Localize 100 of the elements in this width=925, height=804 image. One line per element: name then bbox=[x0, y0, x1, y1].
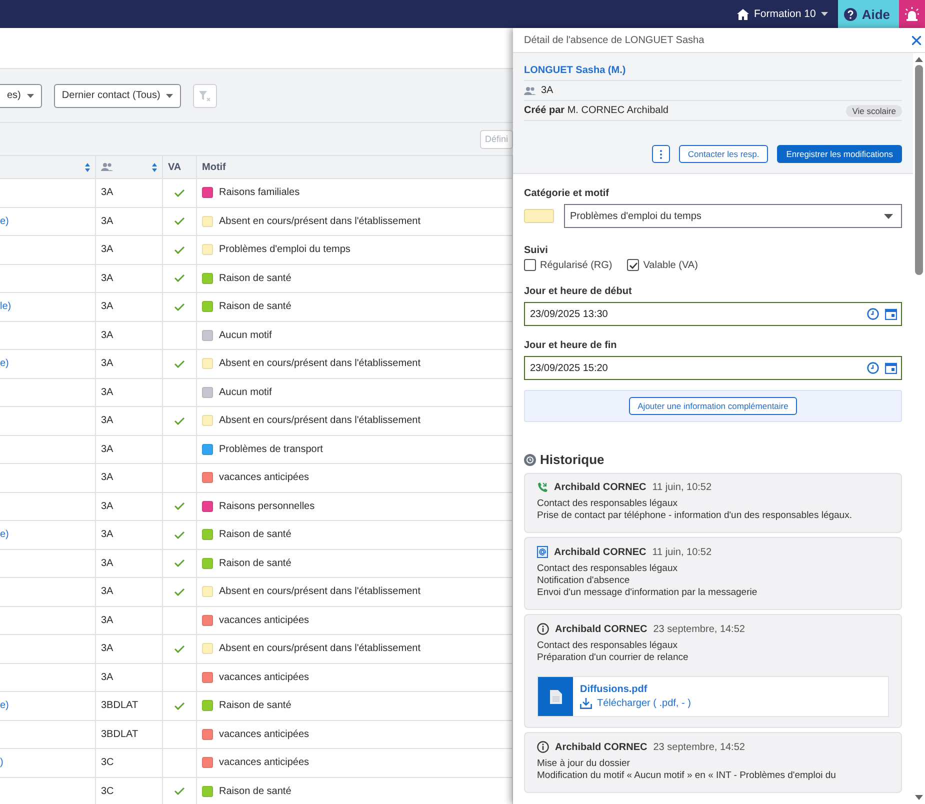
entry-text: Préparation d'un courrier de relance bbox=[537, 652, 690, 664]
field-label: Jour et heure de fin bbox=[524, 340, 618, 351]
table-cell: 3A bbox=[101, 586, 114, 598]
contact-button[interactable]: Contacter les resp. bbox=[678, 145, 768, 163]
author-name: Archibald CORNEC bbox=[554, 546, 646, 558]
check-icon bbox=[174, 787, 185, 796]
table-cell: 3A bbox=[101, 472, 114, 484]
filter-clear-icon bbox=[199, 90, 212, 102]
alarm-light-icon bbox=[905, 7, 919, 21]
checkmark-icon bbox=[628, 262, 638, 268]
student-link[interactable]: e) bbox=[0, 216, 9, 227]
field-label: Suivi bbox=[524, 245, 549, 256]
table-cell: 3A bbox=[101, 187, 114, 198]
more-button[interactable] bbox=[652, 145, 670, 163]
table-cell: Absent en cours/présent dans l'établissement bbox=[219, 216, 420, 227]
table-cell: Absent en cours/présent dans l'établissement bbox=[219, 358, 420, 370]
table-cell: Raison de santé bbox=[219, 301, 292, 312]
checkbox-option[interactable]: Valable (VA) bbox=[627, 259, 698, 271]
check-icon bbox=[174, 530, 185, 539]
filter-dropdown[interactable]: Dernier contact (Tous) bbox=[54, 84, 182, 108]
table-cell: vacances anticipées bbox=[219, 614, 310, 626]
history-icon bbox=[524, 454, 536, 466]
scrollbar[interactable] bbox=[913, 53, 925, 804]
group-icon bbox=[101, 163, 113, 171]
download-link[interactable]: Télécharger ( .pdf, - ) bbox=[580, 698, 691, 709]
attachment-card[interactable]: Diffusions.pdf Télécharger ( .pdf, - ) bbox=[537, 676, 889, 717]
student-link[interactable]: e) bbox=[0, 358, 9, 370]
at-sign-icon bbox=[537, 546, 548, 558]
student-link[interactable]: ) bbox=[0, 757, 4, 768]
table-cell: 3C bbox=[101, 757, 114, 768]
panel-title: Détail de l'absence de LONGUET Sasha bbox=[524, 34, 704, 46]
student-name[interactable]: LONGUET Sasha (M.) bbox=[524, 65, 626, 76]
table-cell: 3A bbox=[101, 444, 114, 455]
check-icon bbox=[174, 246, 185, 254]
download-icon bbox=[580, 698, 592, 709]
entry-date: 23 septembre, 14:52 bbox=[653, 742, 745, 752]
table-cell: Absent en cours/présent dans l'établissement bbox=[219, 586, 420, 598]
student-link[interactable]: e) bbox=[0, 529, 9, 540]
table-cell: 3A bbox=[101, 330, 114, 341]
help-button[interactable]: Aide bbox=[838, 0, 899, 28]
check-icon bbox=[174, 360, 185, 368]
checkbox-option[interactable]: Régularisé (RG) bbox=[524, 259, 612, 271]
student-link[interactable]: le) bbox=[0, 301, 12, 312]
reason-dropdown[interactable]: Problèmes d'emploi du temps bbox=[564, 204, 902, 228]
date-time-field[interactable]: 23/09/2025 13:30 bbox=[524, 302, 902, 326]
scrollbar-thumb[interactable] bbox=[915, 65, 923, 275]
table-cell: Absent en cours/présent dans l'établissement bbox=[219, 643, 420, 654]
entry-date: 11 juin, 10:52 bbox=[652, 546, 712, 558]
add-info-button[interactable]: Ajouter une information complémentaire bbox=[628, 397, 798, 415]
table-cell: 3A bbox=[101, 272, 114, 284]
clock-icon[interactable] bbox=[867, 362, 879, 374]
table-cell: 3A bbox=[101, 216, 114, 227]
check-icon bbox=[174, 217, 185, 226]
table-cell: Aucun motif bbox=[219, 330, 272, 341]
calendar-icon[interactable] bbox=[885, 362, 897, 374]
close-icon[interactable] bbox=[912, 36, 921, 44]
entry-text: Modification du motif « Aucun motif » en « INT - Problèmes d'emploi du bbox=[537, 770, 837, 782]
clock-icon[interactable] bbox=[867, 308, 879, 320]
date-time-field[interactable]: 23/09/2025 15:20 bbox=[524, 356, 902, 380]
check-icon bbox=[174, 274, 185, 282]
caret-icon bbox=[820, 12, 828, 16]
student-link[interactable]: e) bbox=[0, 700, 9, 712]
group-icon bbox=[524, 86, 536, 94]
table-cell: 3A bbox=[101, 614, 114, 626]
author-name: Archibald CORNEC bbox=[554, 482, 646, 493]
check-icon bbox=[174, 302, 185, 311]
group-label: 3A bbox=[541, 85, 554, 96]
alert-button[interactable] bbox=[899, 0, 925, 28]
field-label: Catégorie et motif bbox=[524, 188, 610, 199]
section-title: Historique bbox=[540, 452, 604, 467]
author-name: Archibald CORNEC bbox=[555, 742, 648, 752]
sort-icon bbox=[152, 162, 157, 172]
filter-dropdown[interactable]: es) bbox=[0, 84, 42, 108]
entry-date: 11 juin, 10:52 bbox=[652, 482, 712, 493]
created-by: Créé par M. CORNEC Archibald bbox=[524, 105, 668, 116]
table-cell: Raison de santé bbox=[219, 786, 292, 797]
entry-text: Prise de contact par téléphone - information d'un des responsables légaux. bbox=[537, 510, 853, 522]
scroll-up-icon[interactable] bbox=[915, 57, 923, 62]
color-swatch[interactable] bbox=[524, 209, 554, 223]
table-cell: 3A bbox=[101, 672, 114, 683]
table-cell: 3A bbox=[101, 500, 114, 512]
question-icon bbox=[844, 8, 857, 20]
check-icon bbox=[174, 702, 185, 710]
entry-text: Contact des responsables légaux bbox=[537, 498, 678, 510]
table-cell: 3A bbox=[101, 643, 114, 654]
save-button[interactable]: Enregistrer les modifications bbox=[777, 145, 902, 163]
file-link[interactable]: Diffusions.pdf bbox=[580, 684, 691, 695]
table-cell: Raison de santé bbox=[219, 529, 292, 540]
scroll-down-icon[interactable] bbox=[915, 795, 923, 800]
column-header[interactable]: VA bbox=[163, 156, 197, 178]
calendar-icon[interactable] bbox=[885, 308, 897, 320]
table-cell: Problèmes de transport bbox=[219, 444, 323, 455]
entry-text: Notification d'absence bbox=[537, 575, 631, 587]
sort-icon bbox=[85, 162, 90, 172]
field-label: Jour et heure de début bbox=[524, 286, 633, 297]
table-cell: Raisons familiales bbox=[219, 187, 300, 198]
table-cell: Aucun motif bbox=[219, 386, 272, 398]
table-cell: 3A bbox=[101, 558, 114, 569]
establishment-menu[interactable]: Formation 10 bbox=[726, 0, 838, 28]
check-icon bbox=[174, 644, 185, 653]
